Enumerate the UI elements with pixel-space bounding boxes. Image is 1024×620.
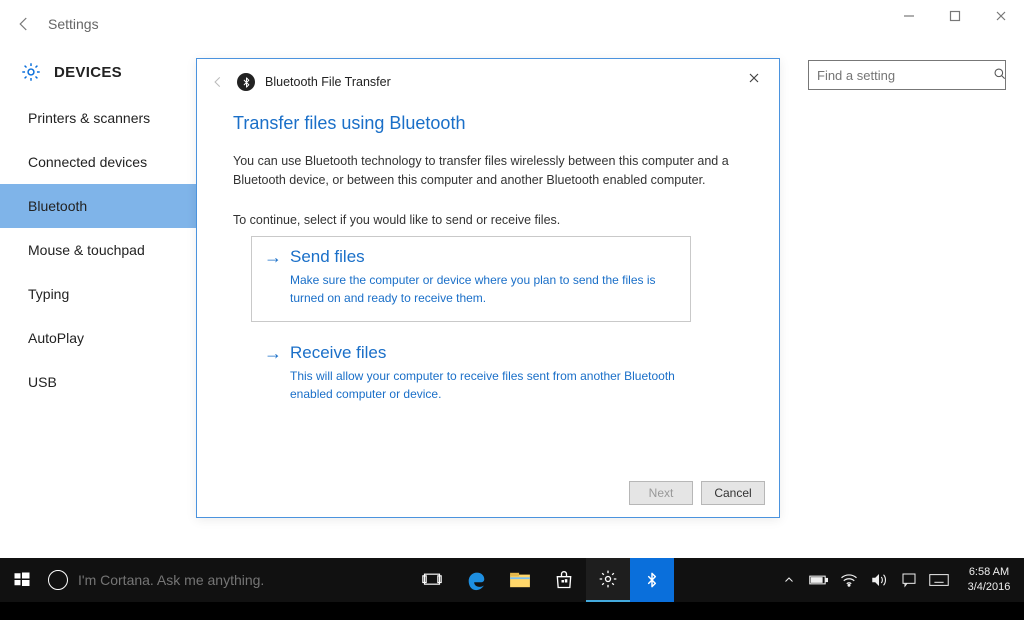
action-center-icon[interactable] [894,558,924,602]
sidebar-item-label: Connected devices [28,154,147,170]
sidebar-item-label: Printers & scanners [28,110,150,126]
clock[interactable]: 6:58 AM 3/4/2016 [954,565,1024,595]
bottom-fill [0,602,1024,620]
search-icon [993,67,1007,84]
search-input[interactable] [817,68,993,83]
cortana-input[interactable] [78,572,358,588]
bluetooth-icon [237,73,255,91]
taskbar: 6:58 AM 3/4/2016 [0,558,1024,602]
tray-chevron-up-icon[interactable] [774,558,804,602]
settings-taskbar-button[interactable] [586,558,630,602]
arrow-right-icon: → [264,344,282,362]
battery-icon[interactable] [804,558,834,602]
sidebar-item-typing[interactable]: Typing [0,272,198,316]
volume-icon[interactable] [864,558,894,602]
sidebar-item-label: Bluetooth [28,198,87,214]
cortana-icon [48,570,68,590]
sidebar-item-label: AutoPlay [28,330,84,346]
sidebar-item-connected-devices[interactable]: Connected devices [0,140,198,184]
app-title: Settings [48,16,99,32]
back-button[interactable] [10,10,38,38]
sidebar-item-label: USB [28,374,57,390]
close-window-button[interactable] [978,0,1024,32]
file-explorer-button[interactable] [498,558,542,602]
minimize-button[interactable] [886,0,932,32]
sidebar-item-autoplay[interactable]: AutoPlay [0,316,198,360]
option-receive-files[interactable]: → Receive files This will allow your com… [251,332,691,418]
page-title: DEVICES [54,64,122,81]
arrow-right-icon: → [264,248,282,266]
maximize-button[interactable] [932,0,978,32]
dialog-close-button[interactable] [739,65,769,91]
option-title: Send files [290,247,365,267]
sidebar-item-label: Typing [28,286,69,302]
keyboard-icon[interactable] [924,558,954,602]
option-desc: Make sure the computer or device where y… [290,271,678,307]
option-title: Receive files [290,343,386,363]
next-button[interactable]: Next [629,481,693,505]
bluetooth-taskbar-button[interactable] [630,558,674,602]
dialog-continue-text: To continue, select if you would like to… [233,211,743,230]
store-button[interactable] [542,558,586,602]
system-tray: 6:58 AM 3/4/2016 [774,558,1024,602]
sidebar-item-usb[interactable]: USB [0,360,198,404]
sidebar-item-label: Mouse & touchpad [28,242,145,258]
dialog-heading: Transfer files using Bluetooth [233,113,743,134]
dialog-title: Bluetooth File Transfer [265,75,391,89]
sidebar-item-printers[interactable]: Printers & scanners [0,96,198,140]
cancel-button[interactable]: Cancel [701,481,765,505]
cortana-search[interactable] [44,570,404,590]
edge-button[interactable] [454,558,498,602]
search-field[interactable] [808,60,1006,90]
bluetooth-file-transfer-dialog: Bluetooth File Transfer Transfer files u… [196,58,780,518]
wifi-icon[interactable] [834,558,864,602]
dialog-back-button[interactable] [209,73,227,91]
dialog-intro-text: You can use Bluetooth technology to tran… [233,152,743,191]
start-button[interactable] [0,558,44,602]
gear-icon [18,59,44,85]
sidebar-item-mouse-touchpad[interactable]: Mouse & touchpad [0,228,198,272]
sidebar-item-bluetooth[interactable]: Bluetooth [0,184,198,228]
titlebar: Settings [0,0,1024,48]
clock-time: 6:58 AM [960,565,1018,580]
option-desc: This will allow your computer to receive… [290,367,678,403]
task-view-button[interactable] [410,558,454,602]
sidebar: Printers & scanners Connected devices Bl… [0,96,198,404]
option-send-files[interactable]: → Send files Make sure the computer or d… [251,236,691,322]
clock-date: 3/4/2016 [960,580,1018,595]
